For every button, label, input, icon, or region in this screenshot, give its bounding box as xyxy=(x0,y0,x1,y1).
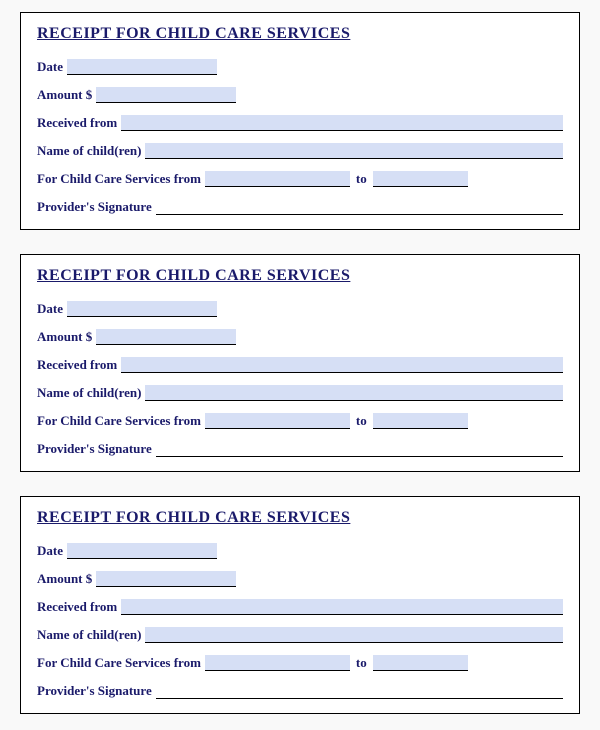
signature-input[interactable] xyxy=(156,443,563,457)
services-from-label: For Child Care Services from xyxy=(37,413,205,429)
date-input[interactable] xyxy=(67,59,217,75)
services-from-input[interactable] xyxy=(205,171,350,187)
field-services-range-row: For Child Care Services from to xyxy=(37,413,563,429)
children-input[interactable] xyxy=(145,143,563,159)
amount-input[interactable] xyxy=(96,329,236,345)
amount-label: Amount $ xyxy=(37,87,96,103)
signature-label: Provider's Signature xyxy=(37,683,156,699)
field-date-row: Date xyxy=(37,59,563,75)
received-from-input[interactable] xyxy=(121,599,563,615)
receipt-title: RECEIPT FOR CHILD CARE SERVICES xyxy=(37,509,563,527)
receipt-box: RECEIPT FOR CHILD CARE SERVICES Date Amo… xyxy=(20,254,580,472)
received-from-label: Received from xyxy=(37,599,121,615)
field-children-row: Name of child(ren) xyxy=(37,385,563,401)
field-services-range-row: For Child Care Services from to xyxy=(37,655,563,671)
children-label: Name of child(ren) xyxy=(37,385,145,401)
date-label: Date xyxy=(37,59,67,75)
to-label: to xyxy=(350,413,373,429)
receipt-box: RECEIPT FOR CHILD CARE SERVICES Date Amo… xyxy=(20,496,580,714)
services-to-input[interactable] xyxy=(373,655,468,671)
date-input[interactable] xyxy=(67,543,217,559)
field-received-from-row: Received from xyxy=(37,357,563,373)
field-amount-row: Amount $ xyxy=(37,329,563,345)
received-from-input[interactable] xyxy=(121,115,563,131)
field-signature-row: Provider's Signature xyxy=(37,199,563,215)
signature-input[interactable] xyxy=(156,685,563,699)
services-to-input[interactable] xyxy=(373,171,468,187)
amount-label: Amount $ xyxy=(37,571,96,587)
date-label: Date xyxy=(37,301,67,317)
received-from-label: Received from xyxy=(37,357,121,373)
received-from-input[interactable] xyxy=(121,357,563,373)
receipt-title: RECEIPT FOR CHILD CARE SERVICES xyxy=(37,267,563,285)
date-input[interactable] xyxy=(67,301,217,317)
children-label: Name of child(ren) xyxy=(37,143,145,159)
field-children-row: Name of child(ren) xyxy=(37,627,563,643)
field-amount-row: Amount $ xyxy=(37,87,563,103)
to-label: to xyxy=(350,655,373,671)
services-from-input[interactable] xyxy=(205,655,350,671)
date-label: Date xyxy=(37,543,67,559)
field-received-from-row: Received from xyxy=(37,599,563,615)
receipt-title: RECEIPT FOR CHILD CARE SERVICES xyxy=(37,25,563,43)
children-input[interactable] xyxy=(145,385,563,401)
signature-input[interactable] xyxy=(156,201,563,215)
signature-label: Provider's Signature xyxy=(37,441,156,457)
field-children-row: Name of child(ren) xyxy=(37,143,563,159)
receipt-box: RECEIPT FOR CHILD CARE SERVICES Date Amo… xyxy=(20,12,580,230)
field-services-range-row: For Child Care Services from to xyxy=(37,171,563,187)
to-label: to xyxy=(350,171,373,187)
services-from-input[interactable] xyxy=(205,413,350,429)
field-date-row: Date xyxy=(37,301,563,317)
amount-input[interactable] xyxy=(96,87,236,103)
signature-label: Provider's Signature xyxy=(37,199,156,215)
amount-input[interactable] xyxy=(96,571,236,587)
services-from-label: For Child Care Services from xyxy=(37,171,205,187)
field-signature-row: Provider's Signature xyxy=(37,683,563,699)
services-to-input[interactable] xyxy=(373,413,468,429)
children-label: Name of child(ren) xyxy=(37,627,145,643)
services-from-label: For Child Care Services from xyxy=(37,655,205,671)
children-input[interactable] xyxy=(145,627,563,643)
field-received-from-row: Received from xyxy=(37,115,563,131)
field-signature-row: Provider's Signature xyxy=(37,441,563,457)
field-date-row: Date xyxy=(37,543,563,559)
received-from-label: Received from xyxy=(37,115,121,131)
amount-label: Amount $ xyxy=(37,329,96,345)
field-amount-row: Amount $ xyxy=(37,571,563,587)
